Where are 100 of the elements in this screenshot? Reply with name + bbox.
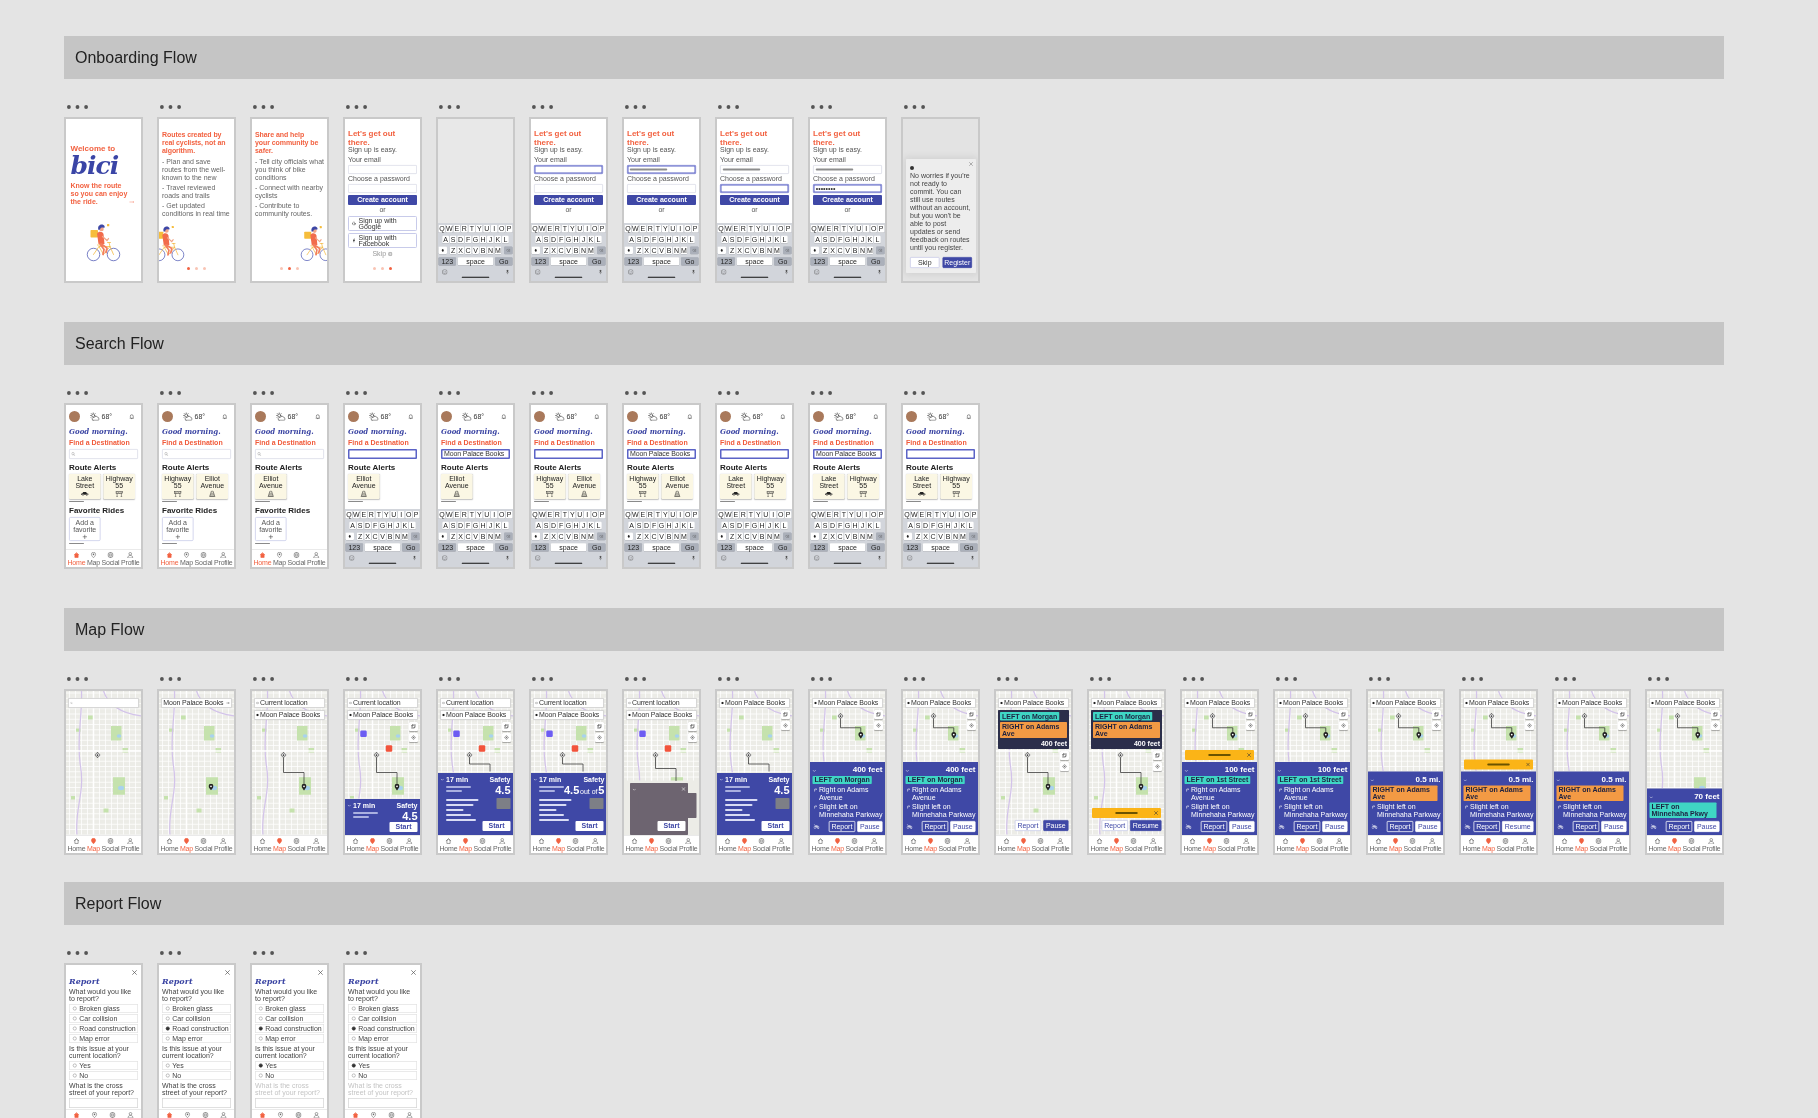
page-dot[interactable] [381,267,384,270]
locate-button[interactable] [595,733,604,742]
more-icon[interactable] [253,391,274,395]
more-icon[interactable] [1276,677,1297,681]
locate-button[interactable] [1525,721,1534,730]
page-dot[interactable] [373,267,376,270]
search-field[interactable] [534,449,603,459]
delete-key[interactable] [690,532,699,540]
shift-key[interactable] [903,532,912,540]
delete-key[interactable] [783,246,792,254]
home-icon[interactable] [352,1112,359,1118]
more-icon[interactable] [904,677,925,681]
delete-key[interactable] [411,532,420,540]
home-icon[interactable] [73,1112,80,1118]
more-icon[interactable] [532,105,553,109]
more-icon[interactable] [625,391,646,395]
shift-key[interactable] [438,246,447,254]
delete-key[interactable] [597,532,606,540]
layers-button[interactable] [1060,751,1069,760]
shift-key[interactable] [810,532,819,540]
locate-button[interactable] [874,721,883,730]
locate-button[interactable] [502,733,511,742]
locate-button[interactable] [1711,721,1720,730]
locate-button[interactable] [1618,721,1627,730]
delete-key[interactable] [504,532,513,540]
microphone-icon[interactable] [506,555,509,561]
shift-key[interactable] [717,246,726,254]
more-icon[interactable] [346,105,367,109]
locate-button[interactable] [1432,721,1441,730]
layers-button[interactable] [874,710,883,719]
page-dot[interactable] [203,267,206,270]
input-field[interactable] [627,165,696,174]
more-icon[interactable] [160,105,181,109]
layers-button[interactable] [1246,710,1255,719]
more-icon[interactable] [160,677,181,681]
layers-button[interactable] [502,722,511,731]
microphone-icon[interactable] [971,555,974,561]
microphone-icon[interactable] [785,269,788,275]
page-dot[interactable] [288,267,291,270]
microphone-icon[interactable] [692,555,695,561]
layers-button[interactable] [967,710,976,719]
microphone-icon[interactable] [878,555,881,561]
microphone-icon[interactable] [506,269,509,275]
more-icon[interactable] [67,677,88,681]
layers-button[interactable] [688,722,697,731]
more-icon[interactable] [625,677,646,681]
microphone-icon[interactable] [878,269,881,275]
shift-key[interactable] [810,246,819,254]
delete-key[interactable] [876,532,885,540]
more-icon[interactable] [811,105,832,109]
more-icon[interactable] [997,677,1018,681]
locate-button[interactable] [409,733,418,742]
search-field[interactable] [720,449,789,459]
layers-button[interactable] [409,722,418,731]
more-icon[interactable] [439,105,460,109]
microphone-icon[interactable] [599,555,602,561]
shift-key[interactable] [624,532,633,540]
more-icon[interactable] [253,105,274,109]
more-icon[interactable] [439,677,460,681]
locate-button[interactable] [1153,762,1162,771]
more-icon[interactable] [532,391,553,395]
microphone-icon[interactable] [599,269,602,275]
page-dot[interactable] [195,267,198,270]
microphone-icon[interactable] [413,555,416,561]
more-icon[interactable] [904,105,925,109]
more-icon[interactable] [253,677,274,681]
layers-button[interactable] [595,722,604,731]
search-field[interactable] [348,449,417,459]
shift-key[interactable] [531,246,540,254]
more-icon[interactable] [67,951,88,955]
home-icon[interactable] [259,1112,266,1118]
locate-button[interactable] [1339,721,1348,730]
layers-button[interactable] [1525,710,1534,719]
more-icon[interactable] [160,391,181,395]
map-pin-icon[interactable] [370,1112,377,1118]
locate-button[interactable] [1246,721,1255,730]
more-icon[interactable] [346,391,367,395]
delete-key[interactable] [504,246,513,254]
more-icon[interactable] [904,391,925,395]
more-icon[interactable] [439,391,460,395]
layers-button[interactable] [1711,710,1720,719]
delete-key[interactable] [783,532,792,540]
map-pin-icon[interactable] [184,1112,191,1118]
shift-key[interactable] [531,532,540,540]
more-icon[interactable] [1462,677,1483,681]
more-icon[interactable] [1183,677,1204,681]
more-icon[interactable] [718,677,739,681]
more-icon[interactable] [67,391,88,395]
more-icon[interactable] [160,951,181,955]
more-icon[interactable] [532,677,553,681]
more-icon[interactable] [1090,677,1111,681]
page-dot[interactable] [280,267,283,270]
delete-key[interactable] [969,532,978,540]
more-icon[interactable] [718,391,739,395]
shift-key[interactable] [717,532,726,540]
shift-key[interactable] [624,246,633,254]
more-icon[interactable] [625,105,646,109]
layers-button[interactable] [781,710,790,719]
more-icon[interactable] [346,951,367,955]
page-dot[interactable] [389,267,392,270]
